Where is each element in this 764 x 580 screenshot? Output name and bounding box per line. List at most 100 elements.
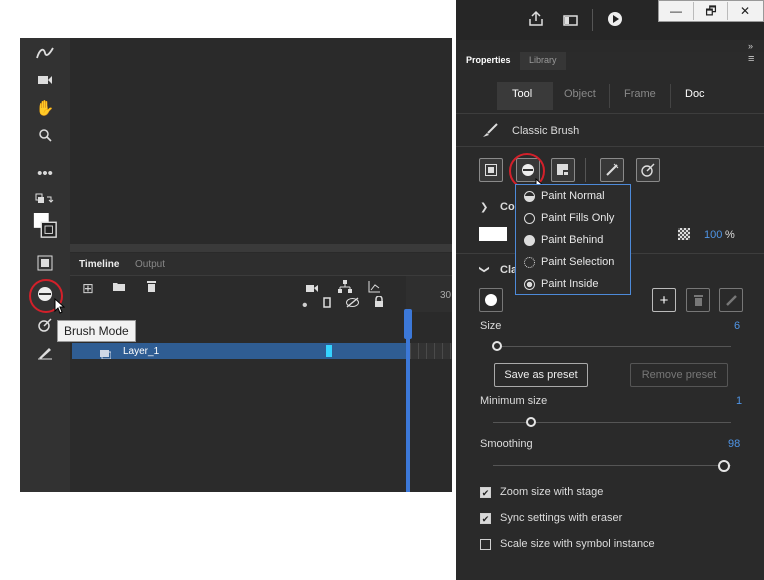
tool-name: Classic Brush [512, 125, 580, 137]
sync-eraser-checkbox[interactable]: ✔ [480, 513, 491, 524]
menu-item-label: Paint Behind [541, 234, 604, 246]
brush-shape-button[interactable] [479, 288, 503, 312]
smoothing-value[interactable]: 98 [728, 438, 740, 450]
tooltip: Brush Mode [57, 320, 136, 342]
tab-frame[interactable]: Frame [624, 88, 656, 100]
scale-symbol-checkbox[interactable] [480, 539, 491, 550]
minimize-button[interactable]: — [659, 2, 693, 20]
visibility-icon[interactable] [345, 297, 360, 311]
button-divider [585, 158, 586, 182]
new-layer-icon[interactable]: ⊞ [82, 280, 94, 297]
layer-color-swatch[interactable] [326, 345, 332, 357]
layer-name[interactable]: Layer_1 [123, 346, 159, 357]
pressure-button[interactable] [636, 158, 660, 182]
chevron-down-icon[interactable]: ❯ [480, 202, 488, 213]
zoom-size-checkbox[interactable]: ✔ [480, 487, 491, 498]
tab-tool[interactable]: Tool [512, 88, 532, 100]
paint-selection-icon [524, 256, 535, 268]
delete-brush-button[interactable] [686, 288, 710, 312]
paint-brush-tool-icon[interactable] [32, 42, 58, 64]
toolbar-divider [592, 9, 593, 31]
minimum-size-slider-knob[interactable] [526, 417, 536, 427]
swap-colors-icon[interactable] [32, 188, 58, 210]
layer-icon [100, 346, 112, 364]
add-brush-button[interactable]: + [652, 288, 676, 312]
camera-tool-icon[interactable] [32, 69, 58, 91]
stage-area[interactable] [70, 38, 452, 248]
play-icon[interactable] [607, 11, 623, 32]
lock-fill-button[interactable] [551, 158, 575, 182]
fill-color-swatch[interactable] [479, 227, 507, 241]
chevron-down-icon[interactable]: ❯ [479, 265, 490, 273]
paint-behind-icon [524, 234, 535, 246]
new-folder-icon[interactable] [112, 281, 126, 295]
properties-subtabs: Tool Object Frame Doc [456, 78, 764, 114]
graph-icon[interactable] [368, 280, 381, 296]
timeline-header: ⊞ • [70, 276, 406, 314]
divider [456, 146, 764, 147]
close-button[interactable]: ✕ [727, 2, 762, 20]
layer-row[interactable]: Layer_1 [72, 343, 406, 360]
object-drawing-mode-button[interactable] [479, 158, 503, 182]
brush-options-button[interactable] [600, 158, 624, 182]
tab-library[interactable]: Library [529, 55, 557, 65]
scale-symbol-label: Scale size with symbol instance [500, 538, 655, 550]
stroke-fill-color-icon[interactable] [32, 210, 58, 242]
paint-fills-only-icon [524, 212, 535, 224]
camera-icon[interactable] [306, 282, 318, 296]
publish-icon[interactable] [528, 10, 544, 32]
tab-output[interactable]: Output [135, 259, 165, 270]
mouse-cursor-icon [54, 297, 66, 319]
menu-item-label: Paint Inside [541, 278, 599, 290]
menu-item-paint-behind[interactable]: Paint Behind [524, 229, 603, 251]
save-preset-button[interactable]: Save as preset [494, 363, 588, 387]
tab-doc[interactable]: Doc [685, 88, 705, 100]
minimum-size-value[interactable]: 1 [736, 395, 742, 407]
tab-timeline[interactable]: Timeline [79, 259, 119, 270]
remove-preset-button[interactable]: Remove preset [630, 363, 728, 387]
tab-object[interactable]: Object [564, 88, 596, 100]
size-label: Size [480, 320, 502, 332]
menu-item-label: Paint Fills Only [541, 212, 615, 224]
menu-item-paint-normal[interactable]: Paint Normal [524, 185, 605, 207]
frames-area[interactable] [406, 312, 452, 492]
section-color-label[interactable]: Co [500, 201, 515, 213]
playhead-handle[interactable] [404, 309, 412, 339]
panel-menu-icon[interactable]: ≡ [748, 53, 754, 65]
stage-scrollbar[interactable] [70, 244, 452, 252]
tab-divider [609, 84, 610, 108]
size-slider-knob[interactable] [492, 341, 502, 351]
smoothing-slider-track[interactable] [493, 465, 731, 466]
zoom-tool-icon[interactable] [32, 124, 58, 146]
timeline-ruler: 30 5 [406, 276, 452, 338]
show-all-layers-dot[interactable]: • [302, 298, 308, 314]
menu-item-paint-selection[interactable]: Paint Selection [524, 251, 614, 273]
alpha-unit: % [725, 229, 735, 241]
tab-properties[interactable]: Properties [466, 55, 511, 65]
menu-item-paint-inside[interactable]: Paint Inside [524, 273, 598, 295]
smoothing-slider-knob[interactable] [718, 460, 730, 472]
edit-brush-icon[interactable] [32, 342, 58, 364]
screen-icon[interactable] [563, 13, 578, 31]
hand-tool-icon[interactable]: ✋ [32, 97, 58, 119]
frame-cells[interactable] [410, 343, 452, 359]
ruler-number: 30 [440, 290, 452, 301]
lock-icon[interactable] [374, 295, 384, 311]
delete-layer-icon[interactable] [146, 280, 157, 296]
collapse-panel-icon[interactable]: » [748, 41, 753, 51]
timeline-tabs: Timeline Output [70, 253, 452, 276]
more-tools-icon[interactable]: ••• [32, 162, 58, 184]
outline-icon[interactable] [323, 297, 331, 311]
divider [456, 113, 764, 114]
menu-item-paint-fills-only[interactable]: Paint Fills Only [524, 207, 614, 229]
edit-brush-button[interactable] [719, 288, 743, 312]
sync-eraser-label: Sync settings with eraser [500, 512, 623, 524]
smoothing-label: Smoothing [480, 438, 533, 450]
restore-button[interactable]: 🗗 [693, 2, 728, 20]
object-drawing-mode-icon[interactable] [32, 252, 58, 274]
classic-brush-icon [482, 122, 498, 143]
size-value[interactable]: 6 [734, 320, 740, 332]
size-slider-track[interactable] [493, 346, 731, 347]
alpha-value[interactable]: 100 [704, 229, 722, 241]
parenting-icon[interactable] [338, 280, 352, 296]
